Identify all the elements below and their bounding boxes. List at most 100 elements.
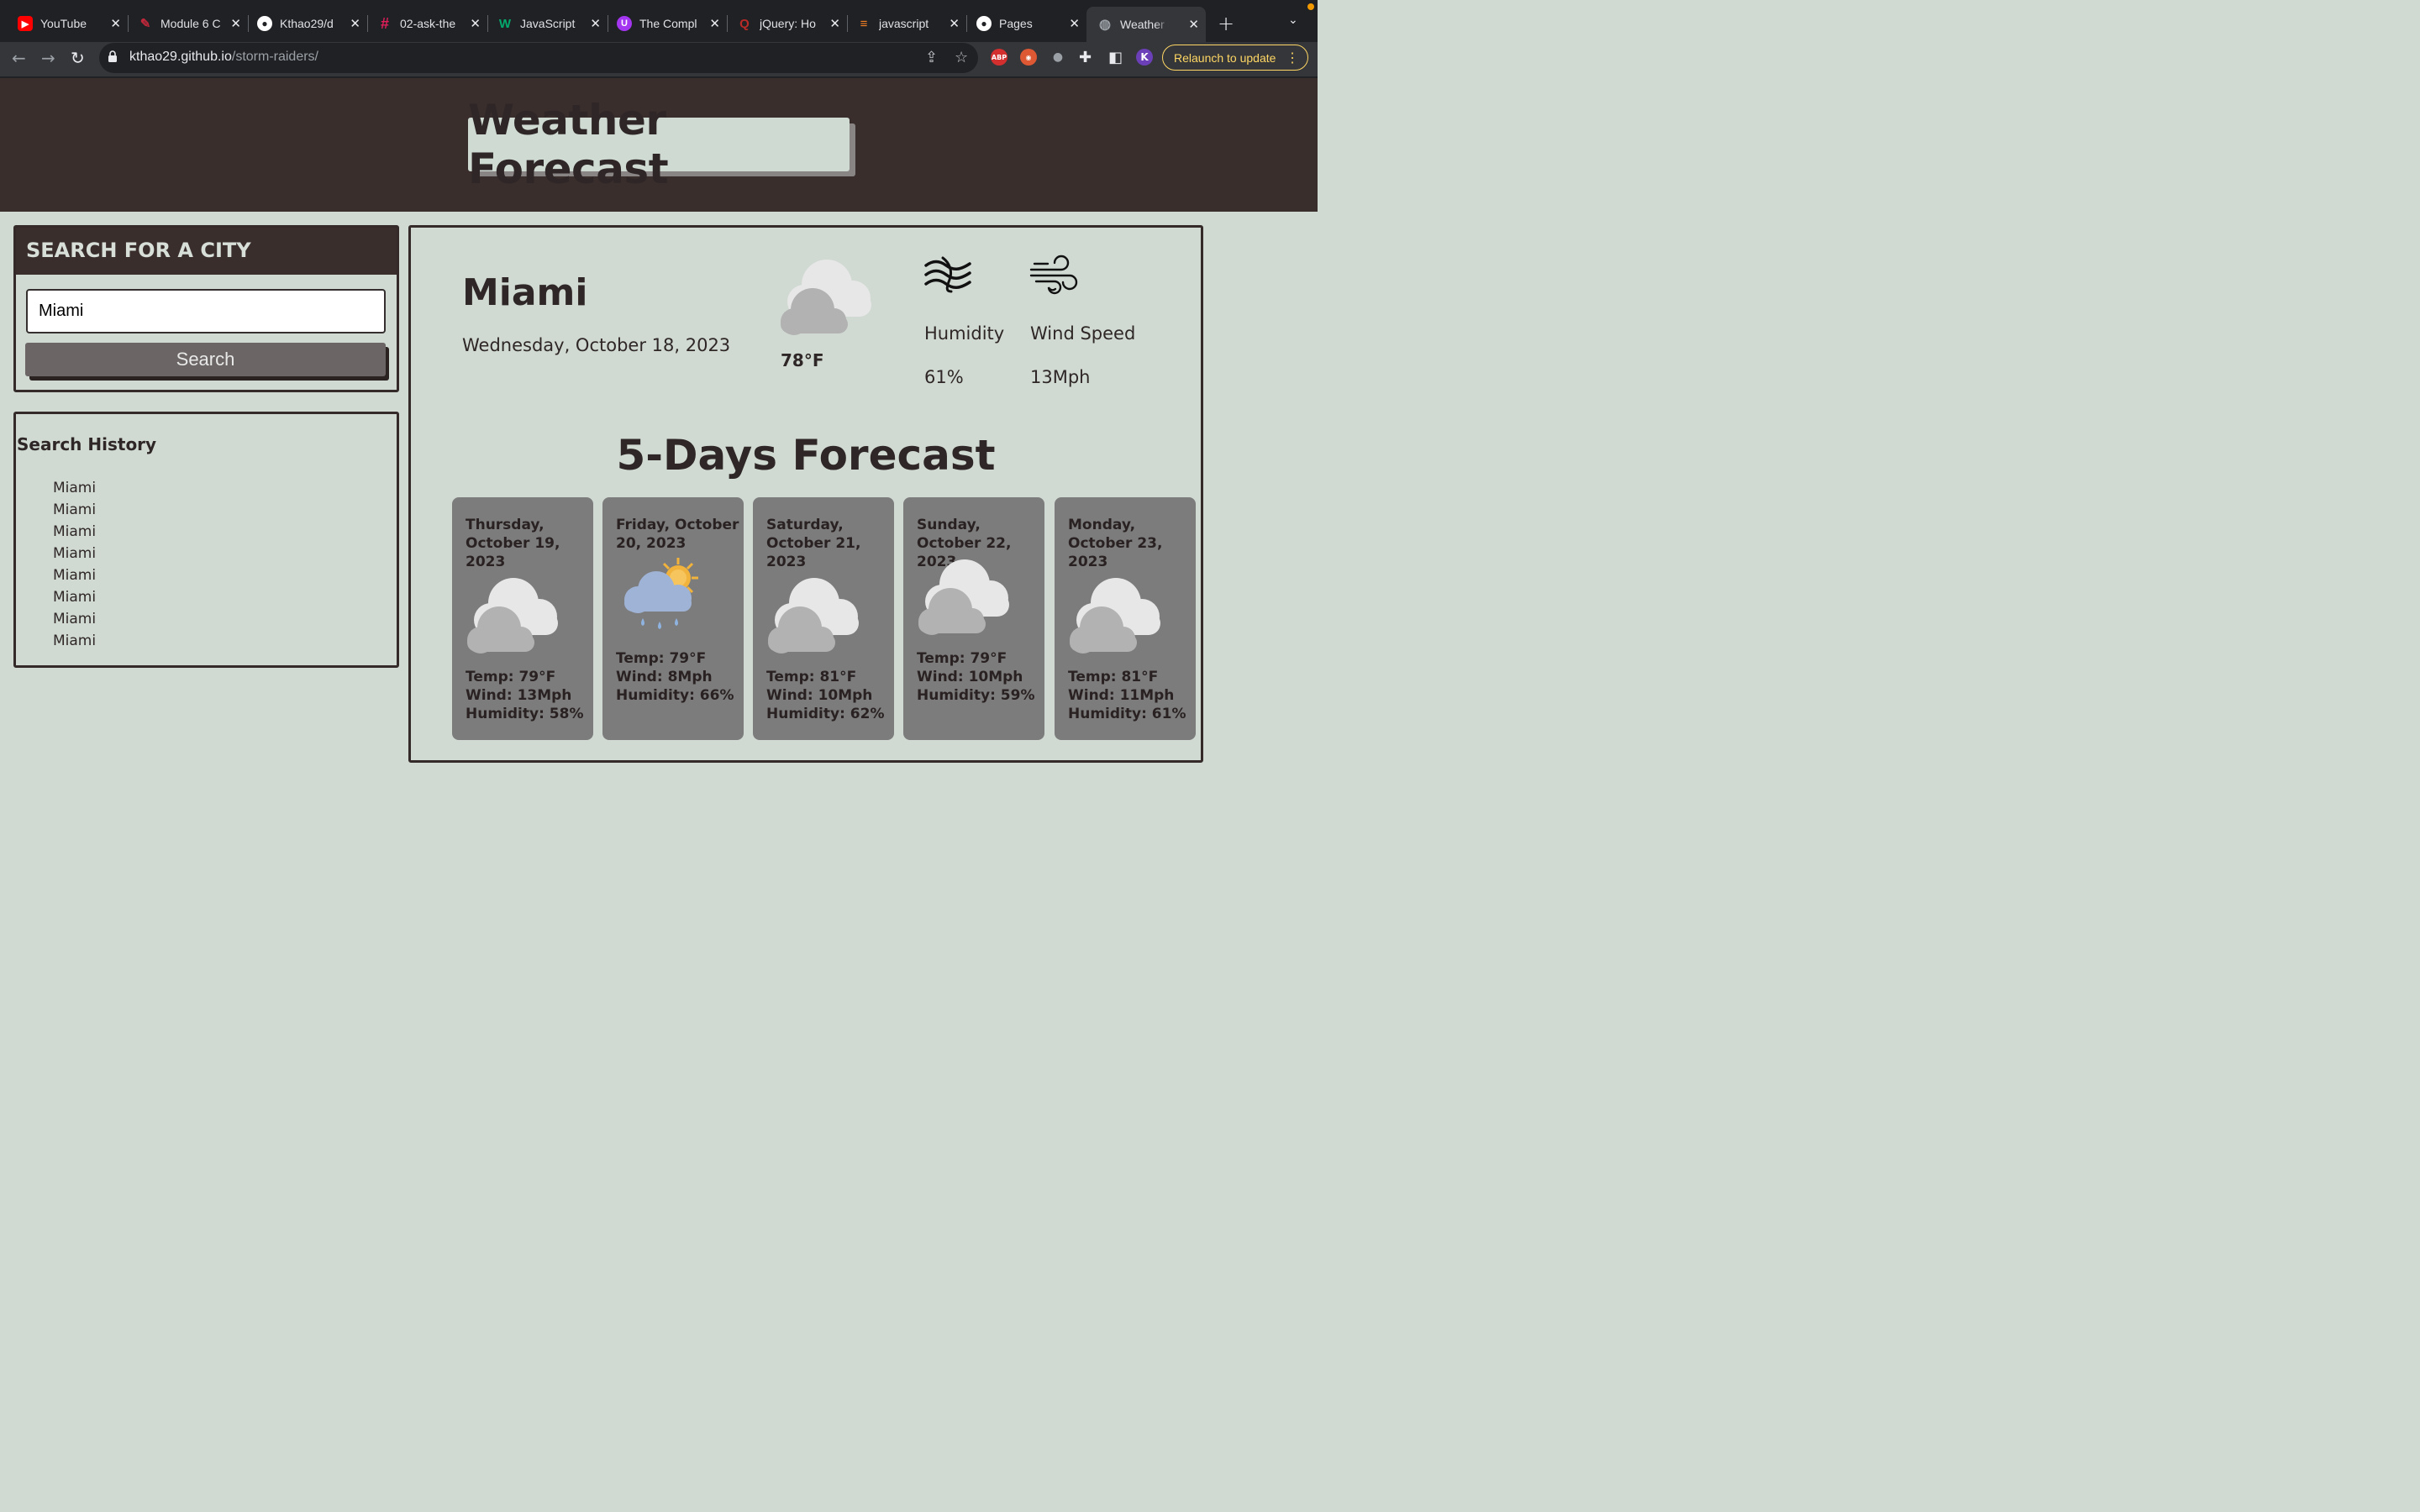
close-icon[interactable]: ✕ bbox=[1188, 17, 1199, 32]
tab-weather-active[interactable]: ◍ Weather Fo ✕ bbox=[1086, 7, 1206, 42]
forward-arrow-icon[interactable]: → bbox=[41, 48, 55, 68]
page-title: Weather Forecast bbox=[468, 96, 669, 193]
update-notice-dot bbox=[1307, 3, 1314, 10]
forecast-stats: Temp: 81°F Wind: 10Mph Humidity: 62% bbox=[766, 668, 884, 723]
tab-search-chevron-icon[interactable]: ⌄ bbox=[1288, 13, 1298, 27]
tab-label: JavaScript bbox=[520, 17, 576, 30]
city-search-input[interactable] bbox=[26, 289, 386, 333]
forecast-temp: Temp: 79°F bbox=[466, 669, 556, 685]
bookmark-star-icon[interactable]: ☆ bbox=[955, 49, 968, 66]
adblock-plus-icon[interactable]: ABP bbox=[991, 49, 1007, 66]
tab-quora[interactable]: Q jQuery: Ho ✕ bbox=[719, 8, 848, 39]
history-item[interactable]: Miami bbox=[53, 564, 96, 586]
cloudy-icon bbox=[918, 559, 1009, 635]
tab-w3schools[interactable]: W JavaScript ✕ bbox=[480, 8, 608, 39]
w3schools-icon: W bbox=[498, 16, 512, 31]
current-date: Wednesday, October 18, 2023 bbox=[462, 335, 731, 355]
tab-label: Kthao29/d bbox=[280, 17, 334, 30]
extension-icon[interactable]: ● bbox=[1050, 49, 1066, 66]
quora-icon: Q bbox=[739, 16, 750, 31]
forecast-temp: Temp: 81°F bbox=[1068, 669, 1159, 685]
tab-github-repo[interactable]: ● Kthao29/d ✕ bbox=[239, 8, 368, 39]
search-history-list: Miami Miami Miami Miami Miami Miami Miam… bbox=[53, 477, 96, 652]
tab-label: YouTube bbox=[40, 17, 87, 30]
page-title-box: Weather Forecast bbox=[468, 96, 850, 193]
tab-module[interactable]: ✎ Module 6 C ✕ bbox=[120, 8, 249, 39]
lock-icon bbox=[108, 50, 117, 62]
close-icon[interactable]: ✕ bbox=[1069, 16, 1080, 31]
forecast-wind: Wind: 13Mph bbox=[466, 687, 572, 704]
youtube-icon: ▶ bbox=[18, 16, 33, 31]
forecast-card: Sunday, October 22, 2023 Temp: 79°F Wind… bbox=[903, 497, 1044, 740]
new-tab-button[interactable]: + bbox=[1218, 12, 1234, 35]
forecast-card: Saturday, October 21, 2023 Temp: 81°F Wi… bbox=[753, 497, 894, 740]
forecast-humidity: Humidity: 58% bbox=[466, 706, 584, 722]
tab-strip: ▶ YouTube ✕ ✎ Module 6 C ✕ ● Kthao29/d ✕… bbox=[0, 0, 1318, 42]
history-item[interactable]: Miami bbox=[53, 521, 96, 543]
back-arrow-icon[interactable]: ← bbox=[12, 48, 26, 68]
history-item[interactable]: Miami bbox=[53, 608, 96, 630]
cloudy-icon bbox=[1070, 578, 1160, 654]
forecast-date: Thursday, October 19, 2023 bbox=[466, 517, 560, 570]
rain-sun-icon bbox=[624, 558, 698, 629]
wind-speed-value: 13Mph bbox=[1030, 367, 1091, 387]
search-history-title: Search History bbox=[17, 434, 157, 454]
forecast-temp: Temp: 81°F bbox=[766, 669, 857, 685]
humidity-value: 61% bbox=[924, 367, 964, 387]
forecast-wind: Wind: 11Mph bbox=[1068, 687, 1175, 704]
tab-label: jQuery: Ho bbox=[760, 17, 816, 30]
forecast-stats: Temp: 79°F Wind: 8Mph Humidity: 66% bbox=[616, 649, 734, 705]
forecast-stats: Temp: 79°F Wind: 10Mph Humidity: 59% bbox=[917, 649, 1034, 705]
relaunch-button[interactable]: Relaunch to update ⋮ bbox=[1162, 45, 1308, 71]
duckduckgo-icon[interactable]: ◉ bbox=[1020, 49, 1037, 66]
side-panel-icon[interactable]: ◧ bbox=[1108, 49, 1123, 66]
relaunch-label: Relaunch to update bbox=[1174, 50, 1276, 65]
forecast-temp: Temp: 79°F bbox=[917, 650, 1007, 667]
puzzle-extensions-icon[interactable]: ✚ bbox=[1079, 49, 1092, 66]
tab-slack[interactable]: # 02-ask-the ✕ bbox=[360, 8, 488, 39]
forecast-date: Saturday, October 21, 2023 bbox=[766, 517, 861, 570]
forecast-wind: Wind: 8Mph bbox=[616, 669, 713, 685]
history-item[interactable]: Miami bbox=[53, 630, 96, 652]
search-history-panel: Search History Miami Miami Miami Miami M… bbox=[13, 412, 399, 668]
forecast-humidity: Humidity: 59% bbox=[917, 687, 1035, 704]
forecast-card: Thursday, October 19, 2023 Temp: 79°F Wi… bbox=[452, 497, 593, 740]
wind-icon bbox=[1029, 255, 1078, 295]
forecast-stats: Temp: 79°F Wind: 13Mph Humidity: 58% bbox=[466, 668, 583, 723]
url-text[interactable]: kthao29.github.io/storm-raiders/ bbox=[129, 50, 318, 65]
reload-icon[interactable]: ↻ bbox=[71, 48, 85, 68]
profile-avatar[interactable]: K bbox=[1136, 49, 1153, 66]
search-header: SEARCH FOR A CITY bbox=[16, 228, 397, 275]
share-icon[interactable]: ⇪ bbox=[925, 49, 938, 66]
tab-youtube[interactable]: ▶ YouTube ✕ bbox=[0, 8, 129, 39]
forecast-date: Friday, October 20, 2023 bbox=[616, 517, 739, 552]
module-icon: ✎ bbox=[139, 17, 151, 31]
stackoverflow-icon: ≡ bbox=[860, 16, 868, 31]
tab-label: 02-ask-the bbox=[400, 17, 456, 30]
forecast-wind: Wind: 10Mph bbox=[917, 669, 1023, 685]
humidity-icon bbox=[924, 256, 971, 293]
tab-label: Weather Fo bbox=[1120, 18, 1169, 31]
search-panel: SEARCH FOR A CITY Search bbox=[13, 225, 399, 392]
github-icon: ● bbox=[257, 16, 272, 31]
weather-panel: Miami Wednesday, October 18, 2023 78°F H… bbox=[408, 225, 1203, 763]
forecast-wind: Wind: 10Mph bbox=[766, 687, 873, 704]
search-heading: SEARCH FOR A CITY bbox=[26, 239, 251, 262]
globe-icon: ◍ bbox=[1099, 18, 1111, 32]
more-vert-icon[interactable]: ⋮ bbox=[1286, 50, 1299, 66]
tab-udemy[interactable]: U The Compl ✕ bbox=[599, 8, 728, 39]
history-item[interactable]: Miami bbox=[53, 586, 96, 608]
history-item[interactable]: Miami bbox=[53, 499, 96, 521]
search-button[interactable]: Search bbox=[25, 343, 386, 376]
slack-icon: # bbox=[380, 14, 389, 32]
history-item[interactable]: Miami bbox=[53, 543, 96, 564]
history-item[interactable]: Miami bbox=[53, 477, 96, 499]
tab-label: The Compl bbox=[639, 17, 697, 30]
tab-label: javascript bbox=[879, 17, 929, 30]
forecast-humidity: Humidity: 61% bbox=[1068, 706, 1186, 722]
tab-github-pages[interactable]: ● Pages ✕ bbox=[959, 8, 1086, 39]
forecast-stats: Temp: 81°F Wind: 11Mph Humidity: 61% bbox=[1068, 668, 1186, 723]
tab-stackoverflow[interactable]: ≡ javascript ✕ bbox=[839, 8, 967, 39]
wind-speed-label: Wind Speed bbox=[1030, 323, 1136, 344]
cloudy-icon bbox=[467, 578, 558, 654]
